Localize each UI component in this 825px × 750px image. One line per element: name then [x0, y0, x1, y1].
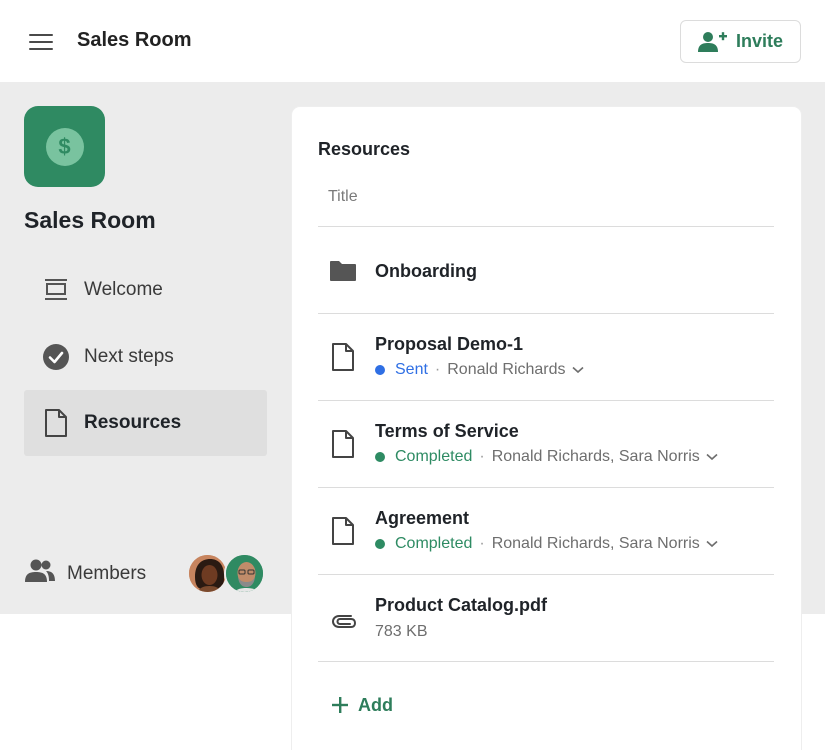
members-label: Members: [67, 563, 147, 584]
document-icon: [328, 516, 358, 546]
resource-row-terms[interactable]: Terms of Service Completed · Ronald Rich…: [318, 401, 774, 487]
add-label: Add: [358, 694, 393, 715]
sidebar-item-next-steps[interactable]: Next steps: [24, 324, 267, 390]
divider: [318, 661, 774, 662]
sidebar-item-resources[interactable]: Resources: [24, 390, 267, 456]
status-text: Completed: [395, 535, 473, 552]
file-size: 783 KB: [375, 623, 428, 640]
resource-name: Terms of Service: [375, 421, 519, 441]
sidebar-item-label: Next steps: [84, 346, 174, 367]
welcome-screen-icon: [42, 276, 70, 304]
sidebar-title: Sales Room: [24, 207, 156, 233]
avatar[interactable]: [187, 553, 228, 594]
resource-row-agreement[interactable]: Agreement Completed · Ronald Richards, S…: [318, 488, 774, 574]
resources-card: Resources Title Onboarding Proposal Demo…: [292, 107, 801, 750]
members-section[interactable]: Members: [24, 553, 267, 594]
recipients-text: Ronald Richards: [447, 361, 566, 378]
sidebar-item-welcome[interactable]: Welcome: [24, 257, 267, 323]
resource-name: Product Catalog.pdf: [375, 595, 547, 615]
add-user-icon: [697, 31, 727, 52]
document-icon: [42, 409, 70, 437]
separator: ·: [479, 535, 485, 552]
folder-icon: [328, 256, 358, 286]
room-logo: $: [24, 106, 105, 187]
sidebar-item-label: Resources: [84, 412, 182, 433]
app-title: Sales Room: [77, 29, 192, 51]
resource-meta: Sent · Ronald Richards: [375, 361, 584, 379]
resource-meta: Completed · Ronald Richards, Sara Norris: [375, 535, 718, 553]
status-dot: [375, 452, 385, 462]
status-text: Completed: [395, 448, 473, 465]
resource-name: Proposal Demo-1: [375, 334, 524, 354]
sidebar-item-label: Welcome: [84, 279, 163, 300]
invite-label: Invite: [735, 31, 783, 51]
separator: ·: [434, 361, 441, 378]
chevron-down-icon[interactable]: [706, 540, 718, 548]
resource-row-proposal[interactable]: Proposal Demo-1 Sent · Ronald Richards: [318, 314, 774, 400]
add-resource-button[interactable]: Add: [332, 691, 393, 719]
recipients-text: Ronald Richards, Sara Norris: [491, 448, 700, 465]
dollar-coin-icon: $: [45, 127, 84, 166]
status-dot: [375, 365, 385, 375]
document-icon: [328, 429, 358, 459]
check-circle-icon: [42, 343, 70, 371]
document-icon: [328, 342, 358, 372]
hamburger-menu-icon[interactable]: [29, 32, 53, 52]
status-text: Sent: [395, 361, 428, 378]
resource-meta: Completed · Ronald Richards, Sara Norris: [375, 448, 718, 466]
resources-heading: Resources: [318, 139, 411, 159]
chevron-down-icon[interactable]: [571, 366, 584, 374]
recipients-text: Ronald Richards, Sara Norris: [491, 535, 700, 552]
title-column-header: Title: [328, 188, 358, 205]
chevron-down-icon[interactable]: [706, 453, 718, 461]
invite-button[interactable]: Invite: [680, 20, 801, 63]
plus-icon: [332, 697, 348, 713]
separator: ·: [479, 448, 485, 465]
avatar[interactable]: [224, 553, 265, 594]
resource-row-product-catalog[interactable]: Product Catalog.pdf 783 KB: [318, 575, 774, 661]
top-bar: Sales Room Invite: [0, 0, 825, 82]
resource-name: Onboarding: [375, 261, 477, 281]
paperclip-icon: [328, 604, 358, 634]
resource-name: Agreement: [375, 508, 470, 528]
members-icon: [24, 559, 56, 588]
resource-row-onboarding[interactable]: Onboarding: [318, 227, 774, 313]
status-dot: [375, 539, 385, 549]
